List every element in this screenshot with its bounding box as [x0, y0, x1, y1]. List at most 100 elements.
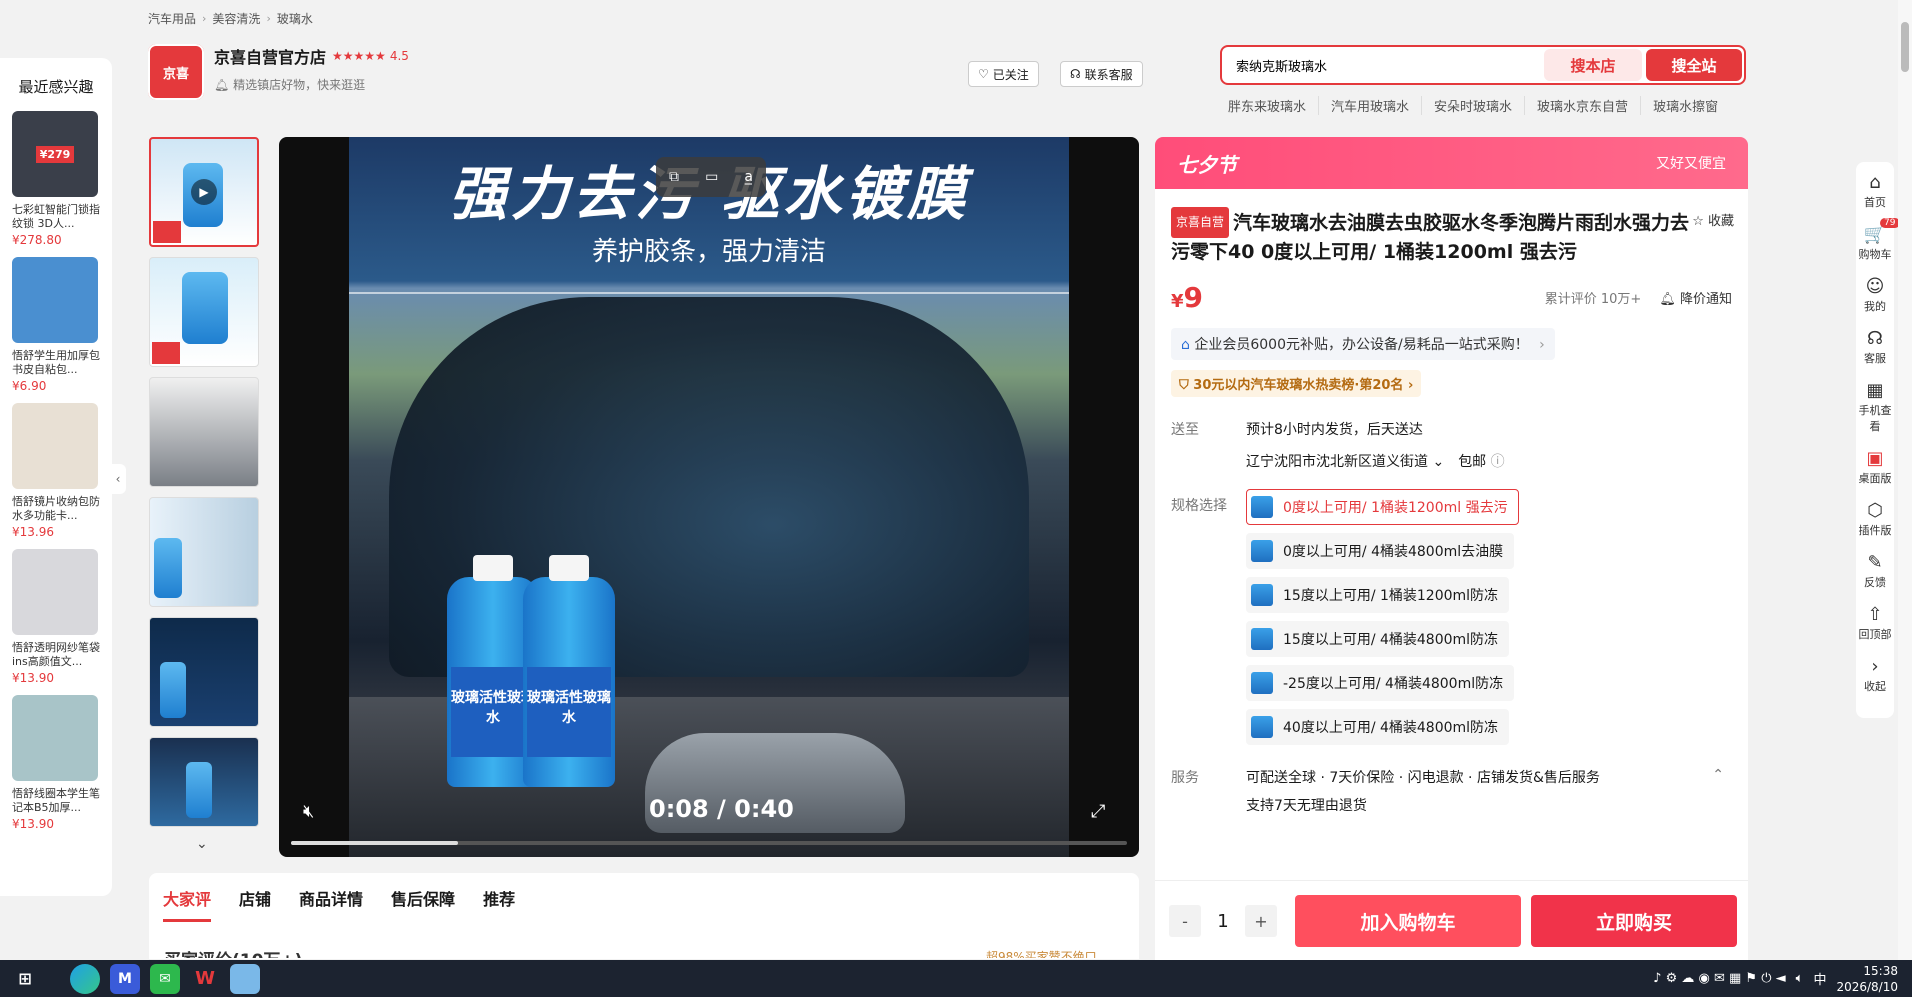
hot-search-item[interactable]: 胖东来玻璃水	[1228, 96, 1318, 115]
recent-item[interactable]: 悟舒镜片收纳包防水多功能卡... ¥13.96	[12, 403, 102, 539]
hot-search-item[interactable]: 汽车用玻璃水	[1318, 96, 1421, 115]
quantity-value[interactable]: 1	[1201, 911, 1245, 932]
page-scrollbar[interactable]	[1898, 0, 1912, 960]
volume-icon[interactable]: 🔈︎	[1796, 971, 1804, 986]
tab-recommend[interactable]: 推荐	[483, 886, 515, 910]
clock-time: 15:38	[1863, 963, 1898, 978]
address-selector[interactable]: 辽宁沈阳市沈北新区道义街道 ⌄	[1246, 451, 1444, 471]
panel-collapse-arrow-icon[interactable]: ‹	[110, 464, 126, 494]
promo-banner[interactable]: 七夕节 又好又便宜	[1155, 137, 1748, 189]
spec-option-label: 40度以上可用/ 4桶装4800ml防冻	[1283, 720, 1499, 736]
thumbnail-image[interactable]	[149, 617, 259, 727]
system-tray: ♪ ⚙ ☁ ◉ ✉ ▦ ⚑ ⏻ ◄ 🔈︎ 中 15:38 2026/8/10	[1653, 963, 1898, 995]
quantity-minus-button[interactable]: -	[1169, 905, 1201, 937]
sidebar-item-support[interactable]: ☊ 客服	[1864, 328, 1886, 366]
spec-option[interactable]: 15度以上可用/ 1桶装1200ml防冻	[1246, 577, 1510, 613]
sidebar-item-top[interactable]: ⇧ 回顶部	[1859, 604, 1892, 642]
video-time: 0:08 / 0:40	[649, 795, 794, 823]
tab-after-sales[interactable]: 售后保障	[391, 886, 455, 910]
top-icon: ⇧	[1867, 604, 1883, 625]
tray-icons[interactable]: ♪ ⚙ ☁ ◉ ✉ ▦ ⚑ ⏻ ◄	[1653, 971, 1785, 986]
breadcrumb-item[interactable]: 美容清洗	[212, 10, 260, 27]
tab-store[interactable]: 店铺	[239, 886, 271, 910]
thumbnail-video[interactable]: ▶	[149, 137, 259, 247]
product-bottle: 玻璃活性玻璃水	[523, 555, 615, 787]
product-video-player[interactable]: 强力去污 驱水镀膜 养护胶条，强力清洁 ⧉ ▭ a̲ 玻璃活性玻璃水 玻璃活性玻…	[279, 137, 1139, 857]
spec-option[interactable]: 40度以上可用/ 4桶装4800ml防冻	[1246, 709, 1510, 745]
search-all-button[interactable]: 搜全站	[1646, 49, 1742, 81]
promo-slogan: 又好又便宜	[1656, 156, 1726, 172]
hot-search-item[interactable]: 安朵时玻璃水	[1421, 96, 1524, 115]
video-progress-bar[interactable]	[291, 841, 1127, 845]
price-alert-button[interactable]: 🔔︎ 降价通知	[1659, 288, 1732, 307]
wechat-icon[interactable]: ✉	[150, 963, 180, 994]
recent-item[interactable]: 悟舒线圈本学生笔记本B5加厚... ¥13.90	[12, 695, 102, 831]
notepad-icon[interactable]	[230, 963, 260, 994]
hot-search-item[interactable]: 玻璃水擦窗	[1640, 96, 1730, 115]
reviews-praise-link[interactable]: 超98%买家赞不绝口	[986, 948, 1097, 958]
store-logo[interactable]: 京喜	[148, 44, 204, 100]
chevron-up-icon[interactable]: ⌃	[1712, 767, 1724, 787]
recent-item[interactable]: ¥279 七彩虹智能门锁指纹锁 3D人... ¥278.80	[12, 111, 102, 247]
fullscreen-icon[interactable]: ⤢	[1091, 801, 1105, 822]
follow-label: 已关注	[992, 67, 1029, 82]
thumbnail-image[interactable]	[149, 377, 259, 487]
scrollbar-thumb[interactable]	[1901, 22, 1909, 72]
search-store-button[interactable]: 搜本店	[1544, 49, 1642, 81]
buy-now-button[interactable]: 立即购买	[1531, 895, 1737, 947]
sidebar-item-cart[interactable]: 🛒 购物车 79	[1858, 218, 1900, 262]
contact-service-button[interactable]: ☊ 联系客服	[1060, 61, 1143, 87]
mute-icon[interactable]: 🔇︎	[303, 801, 314, 822]
shield-icon: ⛉	[1179, 378, 1189, 393]
sidebar-item-mobile[interactable]: ▦ 手机查看	[1857, 380, 1893, 434]
store-name[interactable]: 京喜自营官方店	[214, 44, 326, 68]
thumbnail-image[interactable]	[149, 257, 259, 367]
sidebar-item-home[interactable]: ⌂ 首页	[1864, 172, 1886, 210]
app-m-icon[interactable]: M	[110, 963, 140, 994]
chevron-down-icon[interactable]: ⌄	[196, 836, 208, 852]
sidebar-item-mine[interactable]: ☺ 我的	[1864, 276, 1886, 314]
spec-option[interactable]: 0度以上可用/ 1桶装1200ml 强去污	[1246, 489, 1519, 525]
wps-icon[interactable]: W	[190, 964, 220, 994]
thumbnail-image[interactable]	[149, 737, 259, 827]
picture-in-picture-icon[interactable]: ⧉	[669, 169, 679, 185]
follow-button[interactable]: ♡ 已关注	[968, 61, 1039, 87]
breadcrumb-item[interactable]: 汽车用品	[148, 10, 196, 27]
enterprise-banner[interactable]: ⌂ 企业会员6000元补贴，办公设备/易耗品一站式采购！ ›	[1171, 328, 1555, 360]
edge-browser-icon[interactable]	[70, 963, 100, 994]
hot-search-list: 胖东来玻璃水 汽车用玻璃水 安朵时玻璃水 玻璃水京东自营 玻璃水擦窗	[1228, 96, 1730, 115]
clock[interactable]: 15:38 2026/8/10	[1836, 963, 1898, 995]
thumbnail-image[interactable]	[149, 497, 259, 607]
sidebar-item-feedback[interactable]: ✎ 反馈	[1864, 552, 1886, 590]
breadcrumb-item[interactable]: 玻璃水	[277, 10, 313, 27]
sidebar-item-label: 购物车	[1858, 248, 1892, 261]
ime-indicator[interactable]: 中	[1813, 969, 1826, 988]
feedback-icon: ✎	[1867, 552, 1883, 573]
add-to-cart-button[interactable]: 加入购物车	[1295, 895, 1521, 947]
review-count[interactable]: 累计评价 10万+	[1545, 288, 1642, 307]
detail-tabs: 大家评 店铺 商品详情 售后保障 推荐	[149, 873, 1139, 923]
cart-count-badge: 79	[1880, 218, 1900, 228]
sidebar-item-plugin[interactable]: ⬡ 插件版	[1859, 500, 1892, 538]
tab-reviews[interactable]: 大家评	[163, 886, 212, 922]
windows-taskbar: ⊞ M ✉ W ♪ ⚙ ☁ ◉ ✉ ▦ ⚑ ⏻ ◄ 🔈︎ 中 15:38 202…	[0, 960, 1912, 997]
hot-search-item[interactable]: 玻璃水京东自营	[1524, 96, 1640, 115]
windows-start-icon[interactable]: ⊞	[10, 964, 40, 994]
recent-item[interactable]: 悟舒透明网纱笔袋ins高颜值文... ¥13.90	[12, 549, 102, 685]
screen-capture-icon[interactable]: ▭	[705, 169, 718, 185]
sidebar-item-collapse[interactable]: › 收起	[1864, 656, 1886, 694]
info-icon[interactable]: ⓘ	[1491, 454, 1505, 470]
spec-option[interactable]: -25度以上可用/ 4桶装4800ml防冻	[1246, 665, 1515, 701]
spec-option[interactable]: 15度以上可用/ 4桶装4800ml防冻	[1246, 621, 1510, 657]
spec-option[interactable]: 0度以上可用/ 4桶装4800ml去油膜	[1246, 533, 1515, 569]
video-progress-fill	[291, 841, 459, 845]
sidebar-item-desktop[interactable]: ▣ 桌面版	[1859, 448, 1892, 486]
rank-badge[interactable]: ⛉ 30元以内汽车玻璃水热卖榜·第20名 ›	[1171, 370, 1422, 397]
search-input[interactable]	[1222, 56, 1544, 74]
quantity-plus-button[interactable]: +	[1245, 905, 1277, 937]
favorite-button[interactable]: ☆ 收藏	[1692, 207, 1734, 236]
tab-details[interactable]: 商品详情	[299, 886, 363, 910]
translate-icon[interactable]: a̲	[744, 169, 753, 185]
recent-item[interactable]: 悟舒学生用加厚包书皮自粘包... ¥6.90	[12, 257, 102, 393]
recent-item-price: ¥278.80	[12, 233, 62, 247]
